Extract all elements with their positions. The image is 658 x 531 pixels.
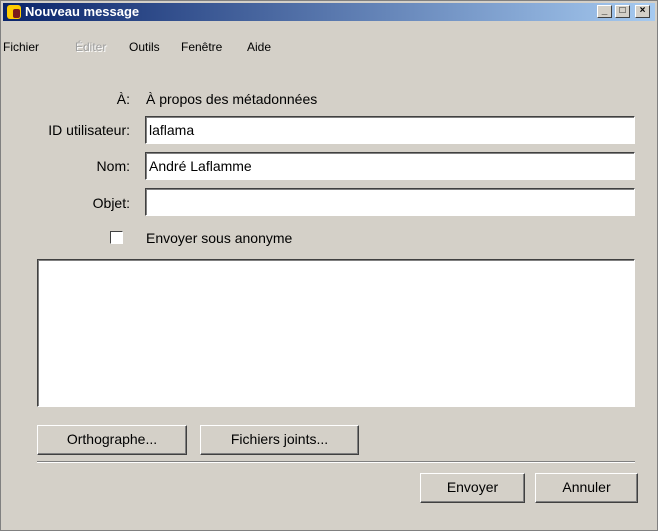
- menu-outils[interactable]: Outils: [129, 40, 160, 54]
- subject-label: Objet:: [92, 195, 130, 211]
- new-message-window: Nouveau message _ □ × Fichier Éditer Out…: [0, 0, 658, 531]
- name-label: Nom:: [96, 158, 130, 174]
- app-icon: [7, 5, 21, 19]
- attachments-button[interactable]: Fichiers joints...: [200, 425, 359, 455]
- button-separator: [37, 461, 635, 463]
- anonymous-checkbox[interactable]: [110, 231, 123, 244]
- menu-fichier[interactable]: Fichier: [3, 40, 39, 54]
- send-button[interactable]: Envoyer: [420, 473, 525, 503]
- user-id-field[interactable]: [145, 116, 635, 144]
- spelling-button[interactable]: Orthographe...: [37, 425, 187, 455]
- subject-field[interactable]: [145, 188, 635, 216]
- title-bar[interactable]: Nouveau message _ □ ×: [3, 3, 655, 21]
- cancel-button[interactable]: Annuler: [535, 473, 638, 503]
- to-label: À:: [116, 91, 130, 107]
- menu-aide[interactable]: Aide: [247, 40, 271, 54]
- minimize-button[interactable]: _: [597, 5, 612, 18]
- window-title: Nouveau message: [25, 4, 140, 19]
- maximize-button[interactable]: □: [615, 5, 630, 18]
- menu-bar: Fichier Éditer Outils Fenêtre Aide: [3, 37, 655, 55]
- menu-editer[interactable]: Éditer: [75, 40, 106, 54]
- to-value: À propos des métadonnées: [146, 91, 318, 107]
- message-body[interactable]: [37, 259, 635, 407]
- anonymous-checkbox-label[interactable]: Envoyer sous anonyme: [146, 230, 292, 246]
- menu-fenetre[interactable]: Fenêtre: [181, 40, 222, 54]
- name-field[interactable]: [145, 152, 635, 180]
- close-button[interactable]: ×: [635, 5, 650, 18]
- user-id-label: ID utilisateur:: [48, 122, 130, 138]
